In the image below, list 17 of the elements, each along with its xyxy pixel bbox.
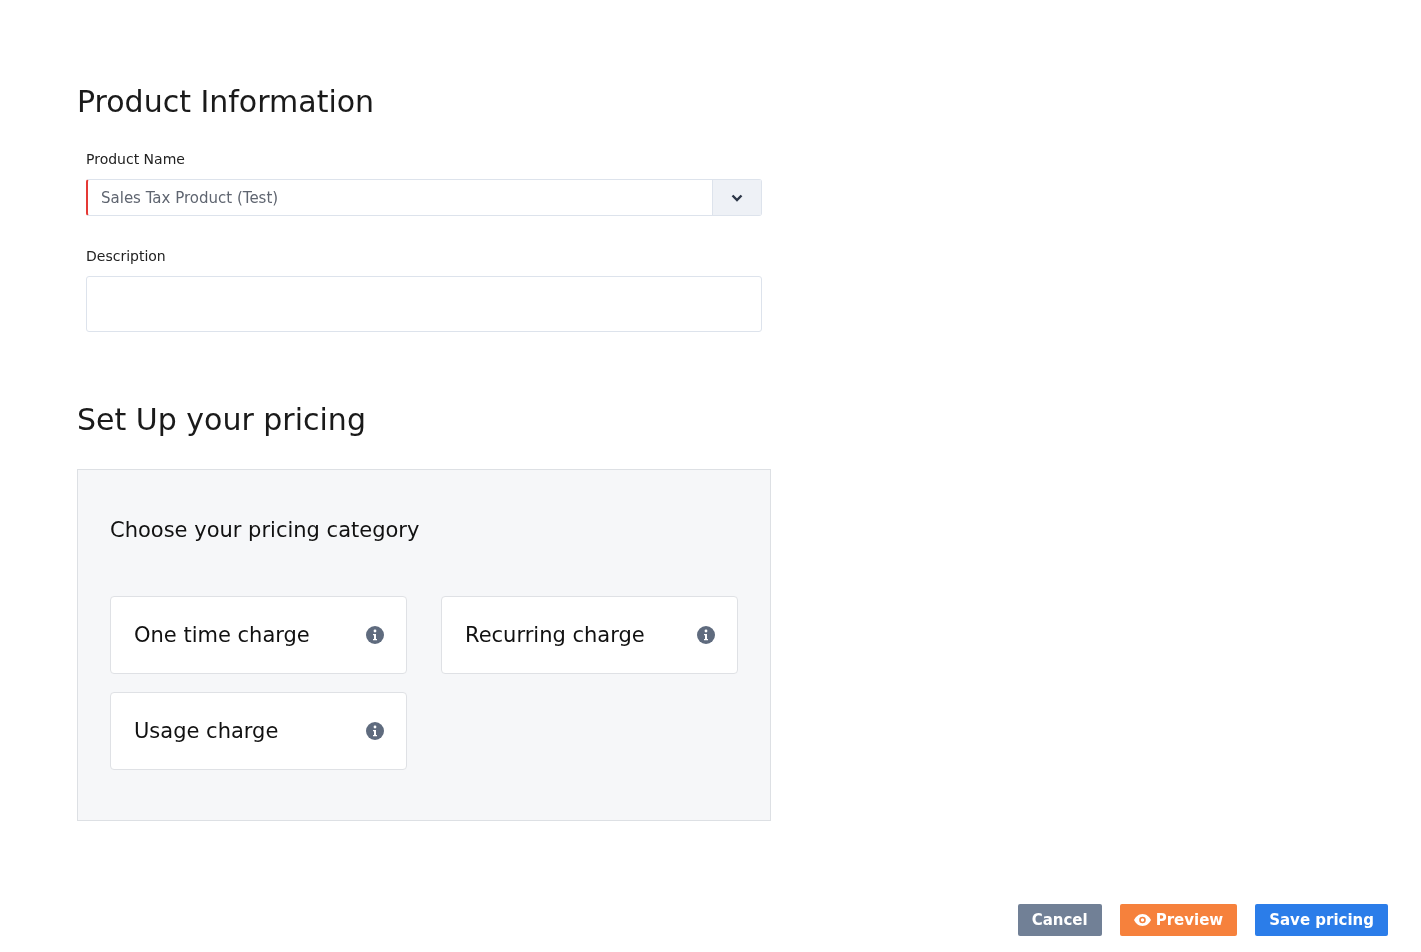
chevron-down-icon <box>731 193 743 202</box>
eye-icon <box>1133 914 1151 926</box>
pricing-category-card[interactable]: One time charge <box>110 596 407 674</box>
description-field[interactable] <box>86 276 762 332</box>
section-title: Product Information <box>77 84 376 119</box>
cancel-button[interactable]: Cancel <box>1017 904 1102 936</box>
info-icon <box>697 626 715 644</box>
product-name-select[interactable]: Sales Tax Product (Test) <box>86 179 762 216</box>
field-label: Product Name <box>86 151 186 167</box>
pricing-category-card[interactable]: Recurring charge <box>441 596 738 674</box>
section-title: Set Up your pricing <box>77 402 367 437</box>
save-button[interactable]: Save pricing <box>1255 904 1388 936</box>
panel-title: Choose your pricing category <box>110 518 421 542</box>
field-label: Description <box>86 248 167 264</box>
info-icon <box>366 722 384 740</box>
pricing-category-card[interactable]: Usage charge <box>110 692 407 770</box>
info-icon <box>366 626 384 644</box>
